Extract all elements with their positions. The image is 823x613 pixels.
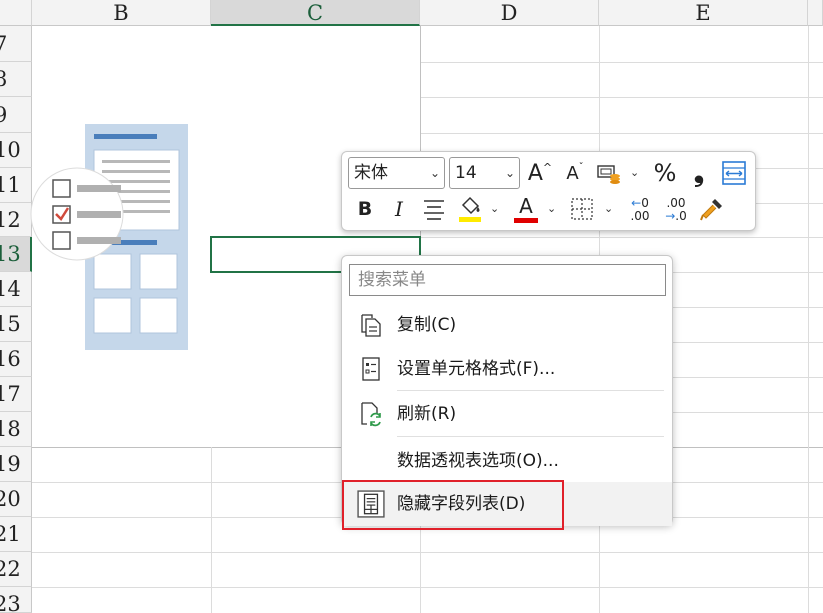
fit-column-icon: [722, 161, 746, 185]
italic-button[interactable]: I: [386, 194, 412, 224]
row-header-22[interactable]: 22: [0, 552, 32, 587]
bold-button[interactable]: B: [352, 194, 378, 224]
menu-item-copy[interactable]: 复制(C): [342, 303, 672, 347]
format-painter-button[interactable]: [698, 194, 726, 224]
menu-item-format-cells[interactable]: 设置单元格格式(F)...: [342, 347, 672, 391]
mini-toolbar: 宋体 ⌄ 14 ⌄ A ^ Aˇ ⌄ % ❟ B I ⌄ A ⌄ ⌄ ←0 .0…: [341, 151, 756, 231]
menu-search-placeholder: 搜索菜单: [358, 270, 426, 289]
row-header-11[interactable]: 11: [0, 168, 32, 203]
row-header-17[interactable]: 17: [0, 377, 32, 412]
accounting-format-icon: [597, 165, 620, 184]
shrink-font-button[interactable]: Aˇ: [561, 157, 589, 189]
column-header-f[interactable]: [808, 0, 823, 26]
row-header-19[interactable]: 19: [0, 447, 32, 482]
menu-search-input[interactable]: 搜索菜单: [349, 264, 666, 296]
comma-style-button[interactable]: ❟: [686, 157, 712, 189]
menu-item-label: 刷新(R): [397, 404, 457, 424]
fill-color-button[interactable]: [456, 194, 484, 224]
copy-icon: [361, 314, 381, 337]
borders-icon: [571, 198, 593, 220]
bold-icon: B: [357, 198, 373, 220]
corner-header[interactable]: [0, 0, 32, 26]
accounting-format-button[interactable]: [595, 160, 623, 188]
row-header-7[interactable]: 7: [0, 26, 32, 62]
row-header-16[interactable]: 16: [0, 342, 32, 377]
borders-button[interactable]: [568, 196, 596, 222]
column-header-e[interactable]: E: [599, 0, 808, 26]
grow-font-icon: A: [527, 160, 543, 186]
row-header-20[interactable]: 20: [0, 482, 32, 517]
column-header-d[interactable]: D: [420, 0, 599, 26]
font-size-dropdown[interactable]: 14 ⌄: [449, 157, 520, 189]
menu-item-label: 复制(C): [397, 315, 457, 335]
increase-decimal-button[interactable]: .00 →.0: [660, 194, 692, 226]
menu-item-label: 数据透视表选项(O)...: [397, 451, 559, 471]
row-header-13[interactable]: 13: [0, 237, 32, 272]
row-header-9[interactable]: 9: [0, 97, 32, 133]
highlight-box: [342, 480, 564, 530]
row-header-23[interactable]: 23: [0, 587, 32, 613]
font-color-swatch: [514, 217, 538, 223]
font-name-dropdown[interactable]: 宋体 ⌄: [348, 157, 445, 189]
menu-item-pivot-options[interactable]: 数据透视表选项(O)...: [342, 439, 672, 483]
shrink-font-icon: A: [566, 162, 579, 184]
grow-font-button[interactable]: A ^: [526, 157, 554, 189]
row-header-21[interactable]: 21: [0, 517, 32, 552]
chevron-down-icon: ⌄: [429, 166, 440, 180]
menu-separator: [397, 390, 664, 391]
align-center-icon: [424, 200, 444, 220]
increase-decimal-icon: →.0: [665, 209, 687, 223]
paint-bucket-icon: [459, 196, 481, 222]
menu-item-refresh[interactable]: 刷新(R): [342, 392, 672, 436]
pivot-table-placeholder-icon: [30, 124, 188, 350]
format-painter-icon: [700, 199, 722, 221]
row-header-8[interactable]: 8: [0, 62, 32, 97]
format-cells-icon: [362, 357, 380, 381]
column-header-c[interactable]: C: [211, 0, 420, 26]
font-name-value: 宋体: [354, 163, 388, 183]
decrease-decimal-button[interactable]: ←0 .00: [624, 194, 656, 226]
fit-column-button[interactable]: [720, 159, 748, 187]
menu-item-label: 设置单元格格式(F)...: [397, 359, 556, 379]
chevron-down-icon[interactable]: ⌄: [490, 202, 499, 215]
chevron-down-icon: ⌄: [504, 166, 515, 180]
comma-icon: ❟: [693, 157, 705, 188]
align-center-button[interactable]: [420, 196, 448, 222]
row-header-14[interactable]: 14: [0, 272, 32, 307]
percent-style-button[interactable]: %: [650, 157, 680, 189]
font-color-button[interactable]: A: [512, 194, 540, 224]
italic-icon: I: [395, 197, 403, 221]
refresh-icon: [361, 402, 381, 427]
row-header-10[interactable]: 10: [0, 133, 32, 168]
font-color-icon: A: [519, 193, 533, 218]
row-header-15[interactable]: 15: [0, 307, 32, 342]
percent-icon: %: [653, 159, 677, 187]
chevron-down-icon[interactable]: ⌄: [630, 166, 639, 179]
chevron-down-icon[interactable]: ⌄: [547, 202, 556, 215]
chevron-down-icon[interactable]: ⌄: [604, 202, 613, 215]
decrease-decimal-label: .00: [630, 209, 650, 223]
row-header-18[interactable]: 18: [0, 412, 32, 447]
menu-separator: [397, 436, 664, 437]
column-header-b[interactable]: B: [32, 0, 211, 26]
row-header-12[interactable]: 12: [0, 203, 32, 237]
font-size-value: 14: [455, 163, 477, 183]
